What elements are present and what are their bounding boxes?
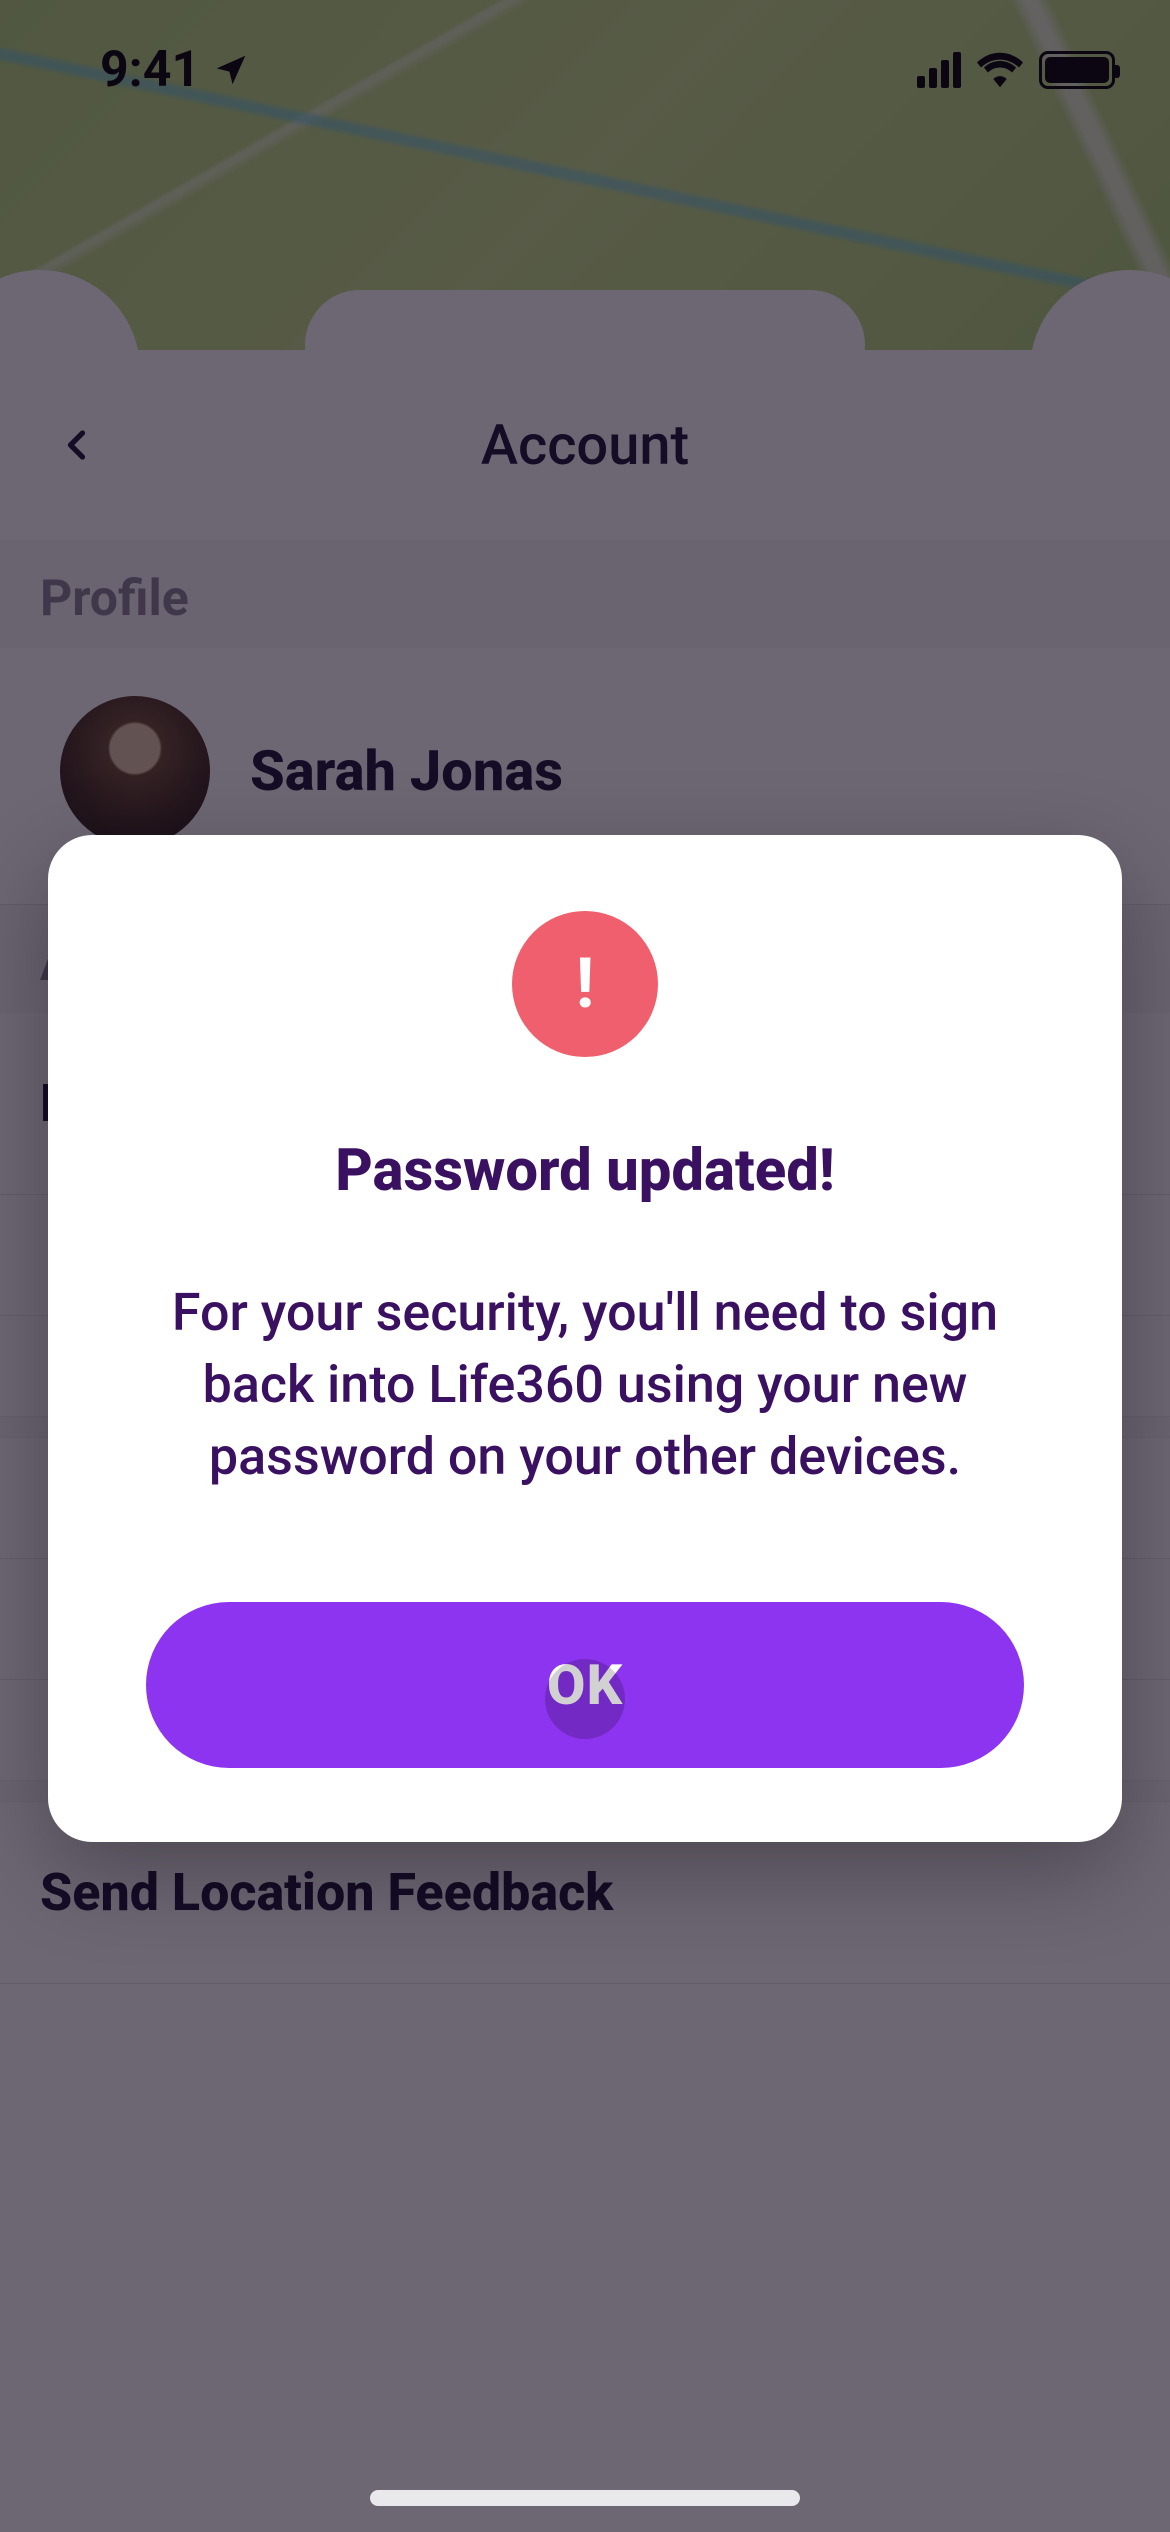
modal-title: Password updated! — [108, 1137, 1062, 1205]
touch-indicator — [545, 1659, 625, 1739]
password-updated-modal: ! Password updated! For your security, y… — [48, 835, 1122, 1842]
home-indicator[interactable] — [370, 2490, 800, 2506]
ok-button[interactable]: OK — [146, 1602, 1024, 1768]
modal-body: For your security, you'll need to sign b… — [108, 1277, 1062, 1492]
alert-icon: ! — [512, 911, 658, 1057]
alert-icon-glyph: ! — [576, 943, 595, 1025]
